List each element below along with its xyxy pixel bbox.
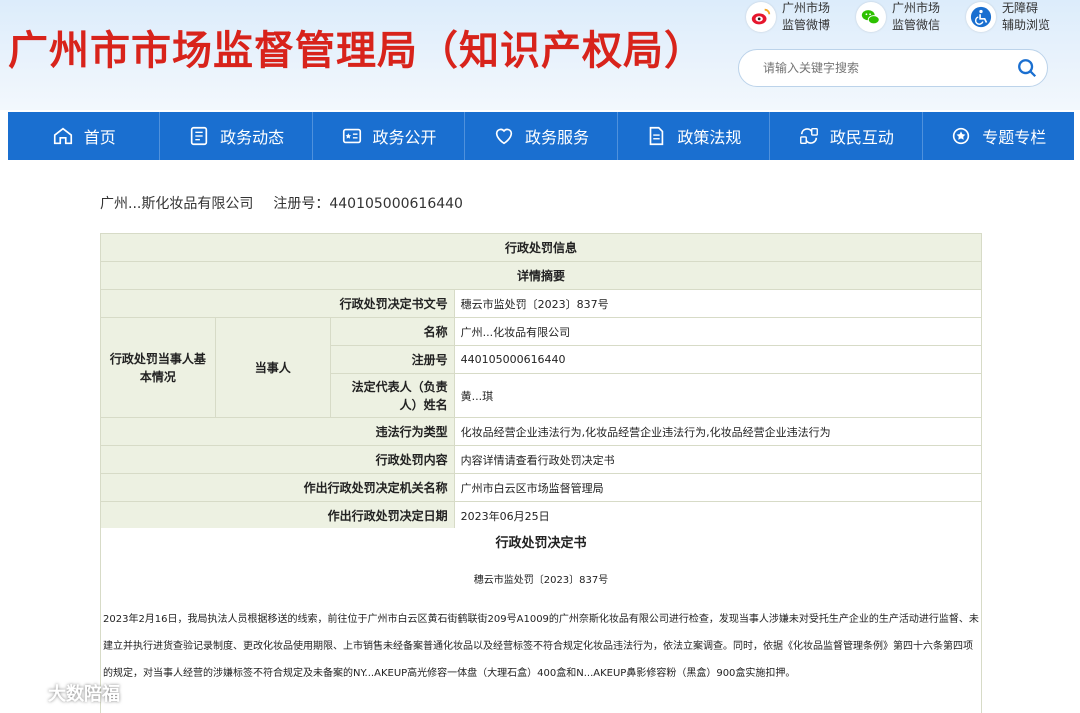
table-row: 作出行政处罚决定日期 2023年06月25日: [100, 501, 983, 530]
quick-link-wechat[interactable]: 广州市场 监管微信: [856, 0, 952, 34]
nav-label: 政策法规: [677, 128, 742, 147]
doc-no-value: 穗云市监处罚〔2023〕837号: [453, 289, 983, 318]
search-button[interactable]: [1007, 50, 1047, 86]
table-row: 作出行政处罚决定机关名称 广州市白云区市场监督管理局: [100, 473, 983, 502]
reg-label: 注册号：: [273, 196, 330, 212]
quick-link-accessibility[interactable]: 无障碍 辅助浏览: [966, 0, 1062, 34]
rep-label: 法定代表人（负责人）姓名: [329, 373, 455, 418]
nav-item-interact[interactable]: 政民互动: [770, 112, 923, 160]
quick-links: 广州市场 监管微博 广州市场 监管微信 无障碍 辅助浏览: [746, 0, 1062, 34]
decision-title: 行政处罚决定书: [495, 536, 587, 551]
watermark: 大数陪福: [8, 680, 120, 706]
decision-document: 行政处罚决定书 穗云市监处罚〔2023〕837号 2023年2月16日，我局执法…: [100, 528, 982, 713]
site-header: 广州市市场监督管理局（知识产权局） 广州市场 监管微博 广州市场 监管微信 无障…: [0, 0, 1080, 110]
table-row: 详情摘要: [100, 261, 982, 290]
company-name: 广州...斯化妆品有限公司: [100, 196, 254, 212]
table-row: 行政处罚决定书文号 穗云市监处罚〔2023〕837号: [100, 289, 983, 318]
topic-icon: [953, 127, 970, 145]
table-title: 行政处罚信息: [100, 233, 982, 262]
document-icon: [650, 126, 664, 146]
violation-value: 化妆品经营企业违法行为,化妆品经营企业违法行为,化妆品经营企业违法行为: [453, 417, 983, 446]
wechat-icon: [856, 2, 886, 32]
name-value: 广州...化妆品有限公司: [453, 317, 983, 346]
reg-number: 440105000616440: [329, 196, 463, 212]
date-label: 作出行政处罚决定日期: [100, 501, 455, 530]
party-label: 当事人: [214, 317, 331, 418]
watermark-text: 大数陪福: [48, 684, 120, 705]
site-title[interactable]: 广州市市场监督管理局（知识产权局）: [8, 18, 705, 76]
interact-icon: [799, 127, 818, 145]
name-label: 名称: [329, 317, 455, 346]
quick-link-label: 广州市场 监管微博: [782, 1, 831, 32]
nav-label: 政务公开: [372, 128, 437, 147]
party-group-label: 行政处罚当事人基本情况: [100, 317, 216, 418]
quick-link-weibo[interactable]: 广州市场 监管微博: [746, 0, 842, 34]
heart-icon: [495, 128, 513, 145]
date-value: 2023年06月25日: [453, 501, 983, 530]
nav-label: 政民互动: [829, 128, 894, 147]
org-label: 作出行政处罚决定机关名称: [100, 473, 455, 502]
search-box: [738, 49, 1048, 87]
content-label: 行政处罚内容: [100, 445, 455, 474]
violation-label: 违法行为类型: [100, 417, 455, 446]
content-value: 内容详情请查看行政处罚决定书: [453, 445, 983, 474]
table-row: 违法行为类型 化妆品经营企业违法行为,化妆品经营企业违法行为,化妆品经营企业违法…: [100, 417, 983, 446]
nav-label: 专题专栏: [982, 128, 1047, 147]
table-row: 行政处罚内容 内容详情请查看行政处罚决定书: [100, 445, 983, 474]
nav-label: 首页: [83, 128, 116, 147]
nav-item-service[interactable]: 政务服务: [465, 112, 618, 160]
table-row: 行政处罚当事人基本情况 当事人 名称 广州...化妆品有限公司: [100, 317, 983, 418]
nav-item-news[interactable]: 政务动态: [160, 112, 313, 160]
nav-label: 政务服务: [524, 128, 589, 147]
reg-value: 440105000616440: [453, 345, 983, 374]
org-value: 广州市白云区市场监督管理局: [453, 473, 983, 502]
nav-label: 政务动态: [220, 128, 285, 147]
table-row: 行政处罚信息: [100, 233, 982, 262]
main-nav: 首页 政务动态 政务公开 政务服务 政策法规 政民互动 专题专栏: [8, 112, 1074, 160]
nav-item-gov-open[interactable]: 政务公开: [313, 112, 466, 160]
reg-label: 注册号: [329, 345, 455, 374]
nav-item-topic[interactable]: 专题专栏: [923, 112, 1074, 160]
rep-value: 黄...琪: [453, 373, 983, 418]
search-icon: [1018, 59, 1037, 78]
doc-no-label: 行政处罚决定书文号: [100, 289, 455, 318]
decision-number: 穗云市监处罚〔2023〕837号: [473, 575, 609, 586]
gov-open-icon: [342, 128, 361, 144]
quick-link-label: 广州市场 监管微信: [892, 1, 941, 32]
decision-body: 2023年2月16日，我局执法人员根据移送的线索，前往位于广州市白云区黄石街鹤联…: [103, 614, 979, 679]
watermark-logo-icon: [9, 683, 41, 703]
nav-item-policy[interactable]: 政策法规: [618, 112, 771, 160]
table-subtitle: 详情摘要: [100, 261, 982, 290]
accessibility-icon: [966, 2, 996, 32]
news-icon: [190, 126, 208, 146]
quick-link-label: 无障碍 辅助浏览: [1002, 1, 1051, 32]
search-input[interactable]: [763, 61, 1007, 75]
company-summary: 广州...斯化妆品有限公司 注册号：440105000616440: [100, 193, 463, 213]
home-icon: [53, 127, 72, 145]
nav-item-home[interactable]: 首页: [8, 112, 161, 160]
penalty-info-table: 行政处罚信息 详情摘要 行政处罚决定书文号 穗云市监处罚〔2023〕837号 行…: [100, 233, 983, 530]
weibo-icon: [746, 2, 776, 32]
